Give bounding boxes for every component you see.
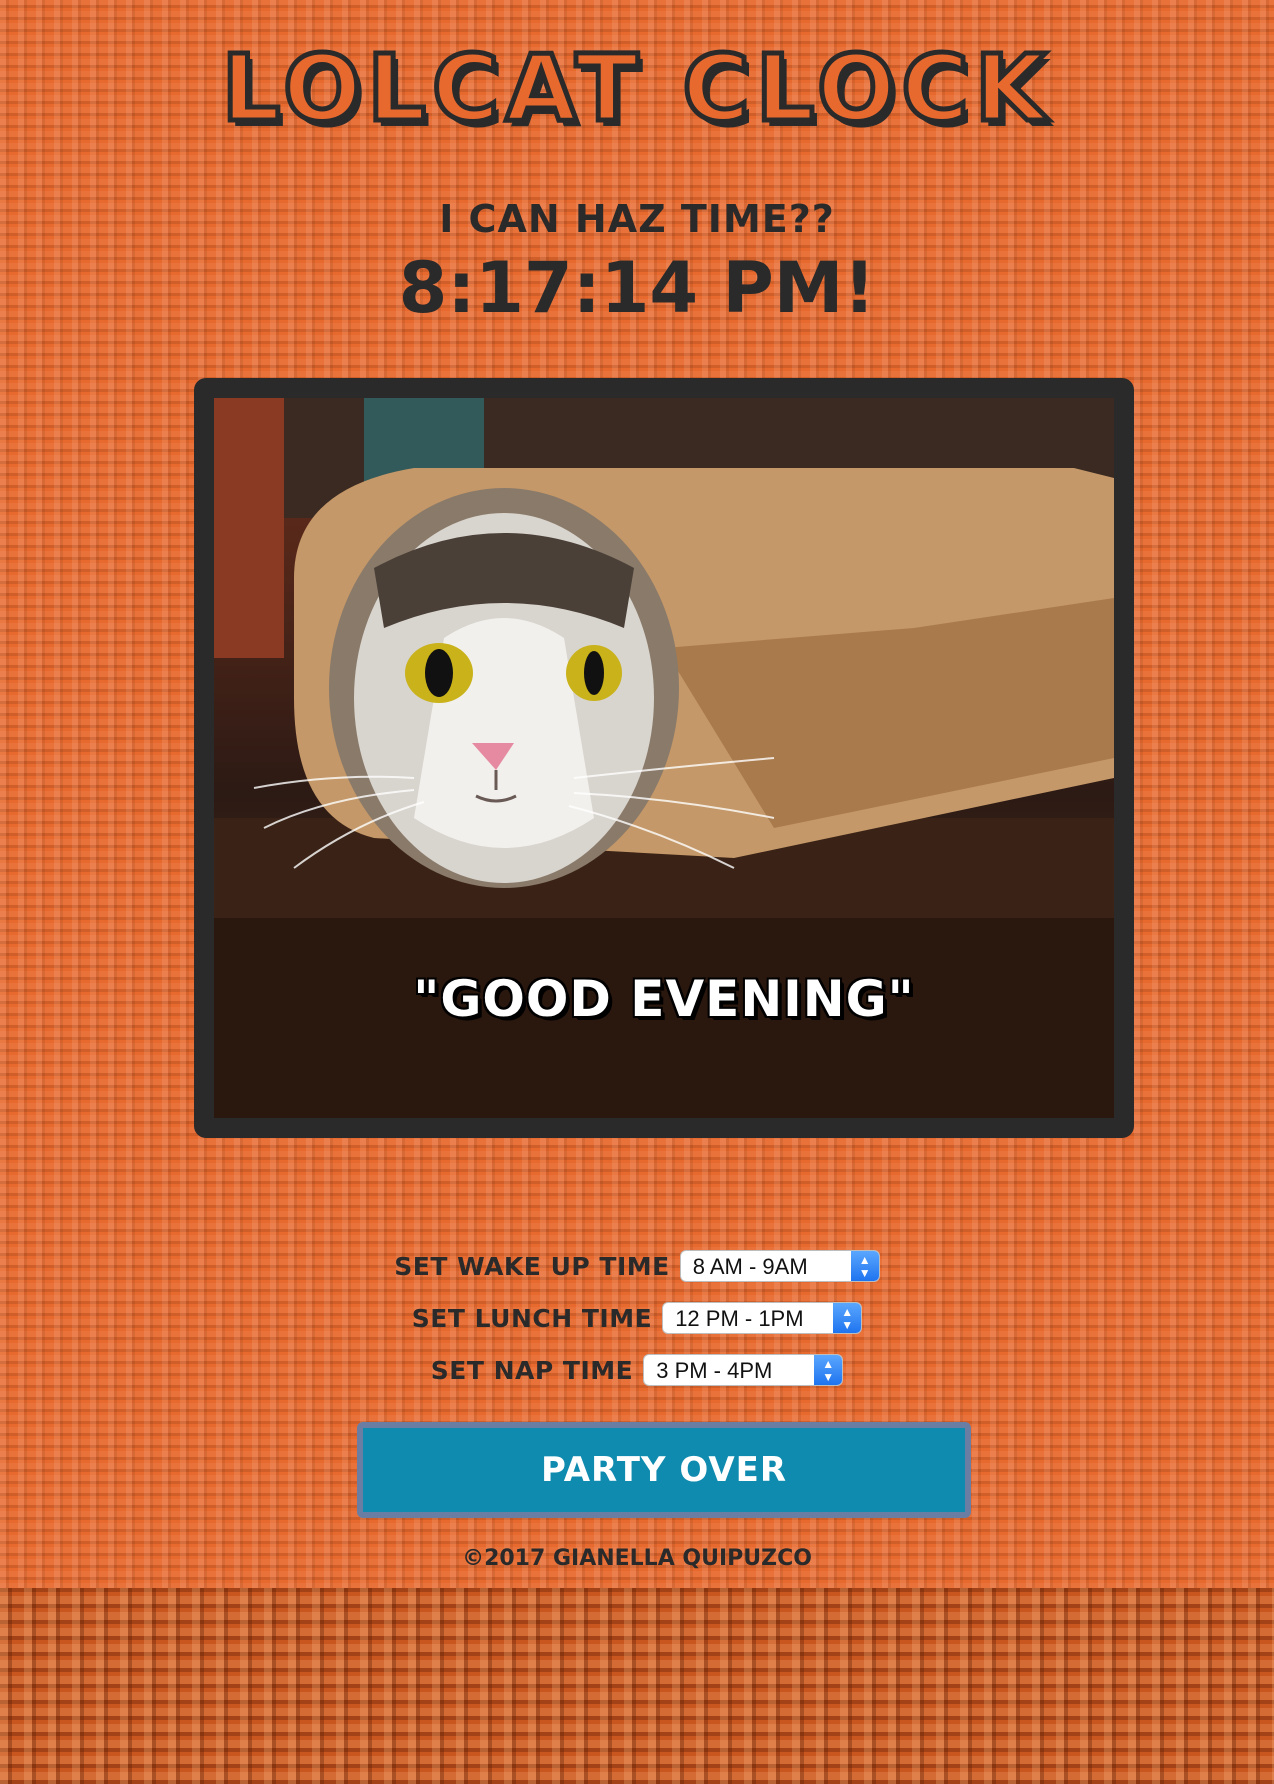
schedule-settings: SET WAKE UP TIME 8 AM - 9AM ▲ ▼ SET LUNCH… bbox=[0, 1240, 1274, 1396]
nap-setting-row: SET NAP TIME 3 PM - 4PM ▲ ▼ bbox=[0, 1344, 1274, 1396]
lunch-time-value: 12 PM - 1PM bbox=[675, 1306, 804, 1331]
party-over-button[interactable]: PARTY OVER bbox=[357, 1422, 971, 1518]
app-title: LOLCAT CLOCK bbox=[219, 33, 1053, 145]
wake-up-time-select[interactable]: 8 AM - 9AM ▲ ▼ bbox=[679, 1250, 880, 1282]
wake-up-setting-row: SET WAKE UP TIME 8 AM - 9AM ▲ ▼ bbox=[0, 1240, 1274, 1292]
lolcat-image: "GOOD EVENING" bbox=[214, 398, 1114, 1118]
wake-up-label: SET WAKE UP TIME bbox=[394, 1251, 670, 1281]
wake-up-time-value: 8 AM - 9AM bbox=[692, 1254, 808, 1279]
lunch-label: SET LUNCH TIME bbox=[411, 1303, 653, 1333]
select-arrows-icon: ▲ ▼ bbox=[833, 1303, 862, 1333]
time-question: I CAN HAZ TIME?? bbox=[439, 197, 835, 241]
footer-background-band bbox=[0, 1588, 1274, 1784]
lunch-time-select[interactable]: 12 PM - 1PM ▲ ▼ bbox=[662, 1302, 863, 1334]
nap-time-select[interactable]: 3 PM - 4PM ▲ ▼ bbox=[643, 1354, 844, 1386]
copyright-footer: ©2017 GIANELLA QUIPUZCO bbox=[462, 1546, 812, 1571]
current-time: 8:17:14 PM! bbox=[398, 247, 876, 329]
select-arrows-icon: ▲ ▼ bbox=[814, 1355, 843, 1385]
image-caption: "GOOD EVENING" bbox=[413, 970, 915, 1028]
select-arrows-icon: ▲ ▼ bbox=[850, 1251, 879, 1281]
nap-time-value: 3 PM - 4PM bbox=[656, 1358, 773, 1383]
lolcat-image-frame: "GOOD EVENING" bbox=[194, 378, 1134, 1138]
lunch-setting-row: SET LUNCH TIME 12 PM - 1PM ▲ ▼ bbox=[0, 1292, 1274, 1344]
nap-label: SET NAP TIME bbox=[430, 1355, 634, 1385]
